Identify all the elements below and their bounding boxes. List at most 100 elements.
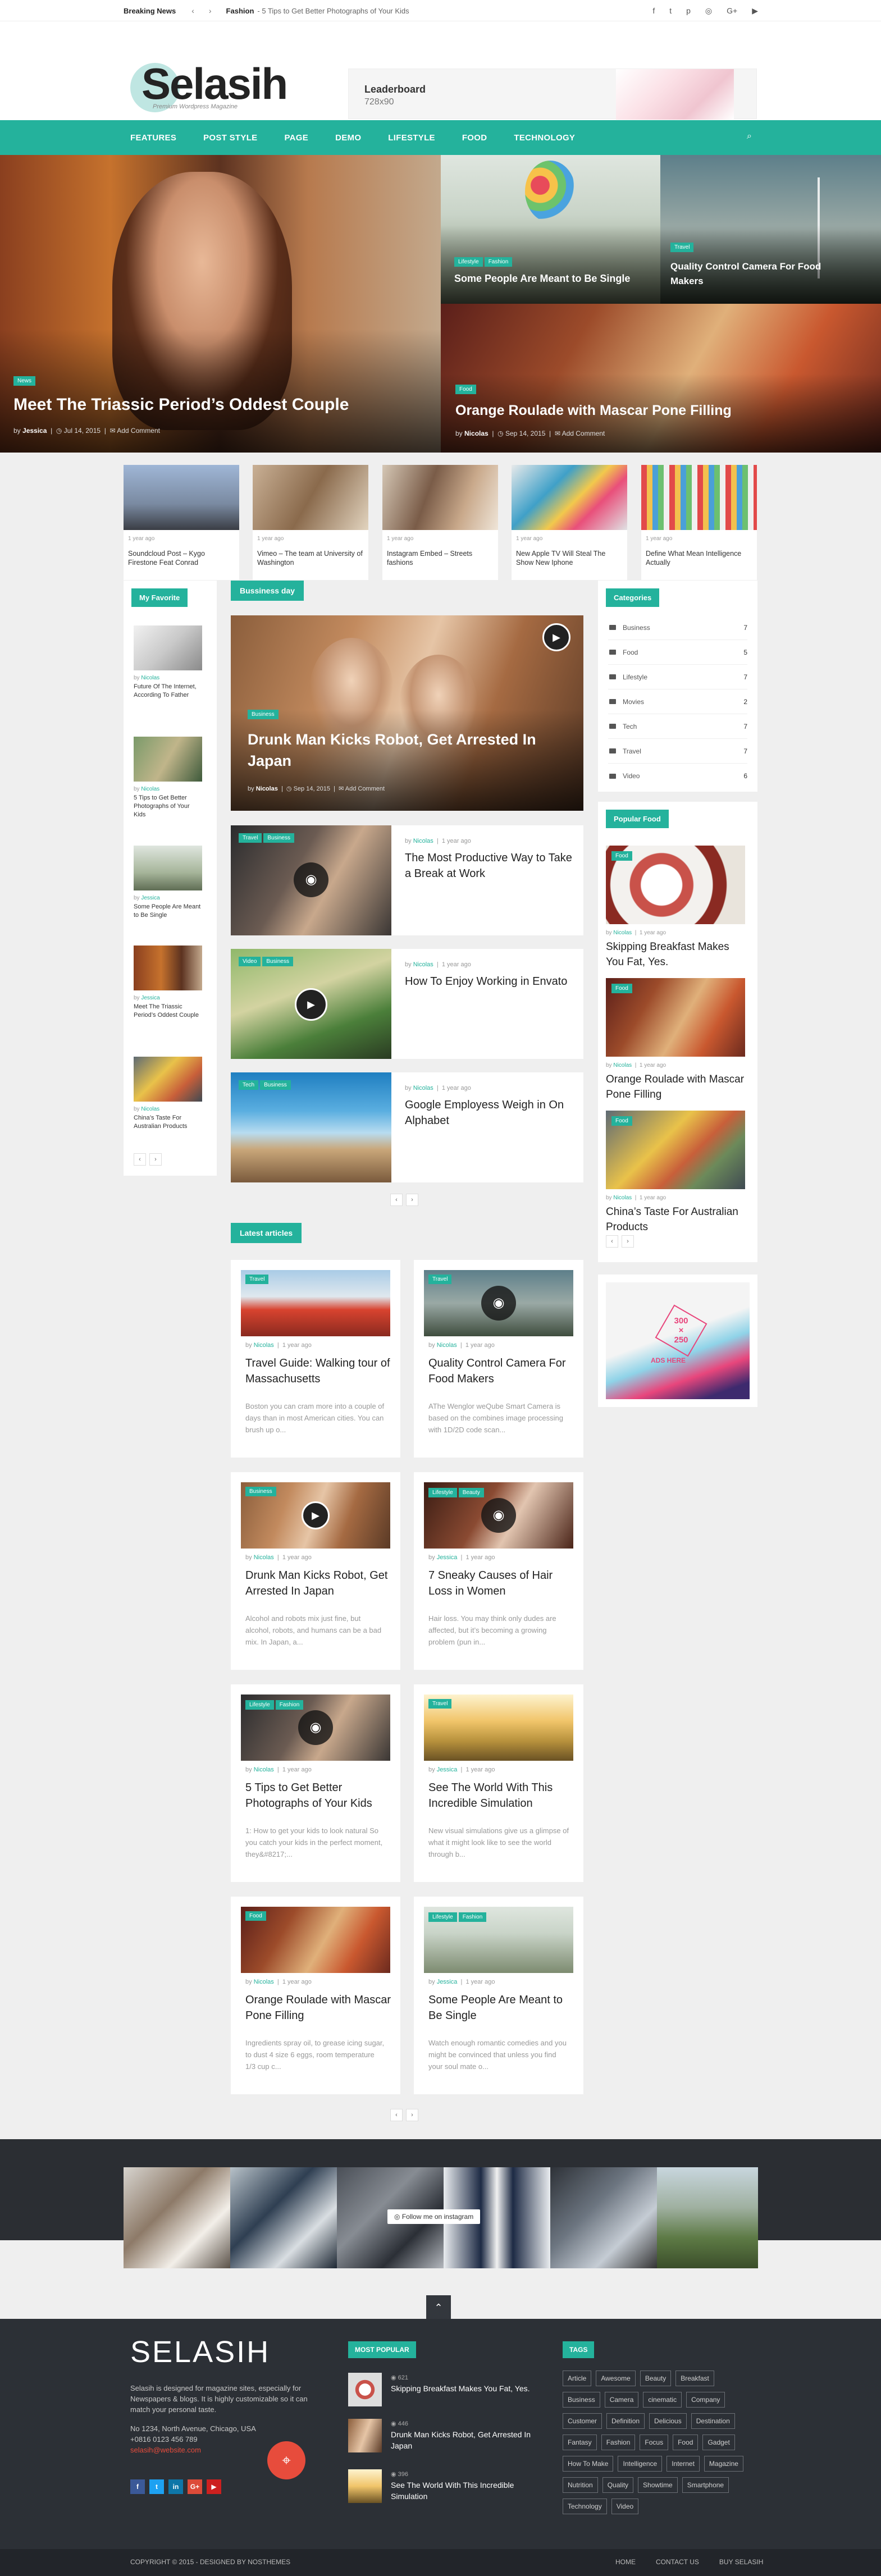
- footer-link-contact[interactable]: CONTACT US: [656, 2558, 699, 2566]
- tag-link[interactable]: Delicious: [649, 2413, 687, 2429]
- instagram-photo[interactable]: [124, 2167, 230, 2268]
- next-news-button[interactable]: ›: [209, 6, 212, 15]
- category-link[interactable]: Movies 2: [608, 689, 747, 714]
- nav-features[interactable]: FEATURES: [130, 133, 176, 143]
- nav-post-style[interactable]: POST STYLE: [203, 133, 257, 143]
- sidebar-ad[interactable]: 300 × 250 ADS HERE: [598, 1275, 757, 1407]
- category-badge[interactable]: Food: [455, 385, 476, 394]
- next-page-button[interactable]: ›: [622, 1235, 634, 1248]
- strip-post[interactable]: 1 year ago Instagram Embed – Streets fash…: [382, 465, 498, 580]
- tag-link[interactable]: Video: [611, 2499, 639, 2514]
- tag-link[interactable]: Intelligence: [618, 2456, 663, 2472]
- food-post[interactable]: Food by Nicolas | 1 year ago Orange Roulad…: [606, 978, 745, 1102]
- follow-instagram-button[interactable]: ◎ Follow me on instagram: [387, 2209, 481, 2224]
- site-logo[interactable]: Selasih: [141, 58, 288, 109]
- latest-article-card[interactable]: Travel by Nicolas | 1 year ago Travel Guid…: [231, 1260, 400, 1458]
- strip-post[interactable]: 1 year ago Soundcloud Post – Kygo Firesto…: [124, 465, 239, 580]
- prev-page-button[interactable]: ‹: [390, 1194, 403, 1206]
- play-icon[interactable]: ▶: [295, 988, 327, 1021]
- business-list-item[interactable]: ▶ Video Business by Nicolas | 1 year ago …: [231, 949, 583, 1059]
- breaking-news-headline[interactable]: - 5 Tips to Get Better Photographs of Yo…: [257, 7, 409, 15]
- category-badge[interactable]: News: [13, 376, 36, 386]
- strip-post[interactable]: 1 year ago Vimeo – The team at University…: [253, 465, 368, 580]
- strip-title[interactable]: Soundcloud Post – Kygo Firestone Feat Co…: [128, 550, 205, 567]
- next-page-button[interactable]: ›: [149, 1153, 162, 1166]
- favorite-item[interactable]: by Jessica Meet The Triassic Period’s Odd…: [134, 946, 202, 1020]
- tag-link[interactable]: Food: [673, 2435, 699, 2450]
- play-icon[interactable]: ▶: [302, 1501, 330, 1529]
- food-post[interactable]: Food by Nicolas | 1 year ago China’s Taste…: [606, 1111, 745, 1235]
- strip-post[interactable]: 1 year ago New Apple TV Will Steal The Sh…: [512, 465, 627, 580]
- hero-post-4[interactable]: Food Orange Roulade with Mascar Pone Fil…: [441, 304, 881, 453]
- pinterest-icon[interactable]: p: [686, 6, 691, 16]
- nav-page[interactable]: PAGE: [284, 133, 308, 143]
- google-plus-icon[interactable]: G+: [727, 6, 737, 16]
- breaking-news-category[interactable]: Fashion: [226, 7, 254, 15]
- tag-link[interactable]: Magazine: [704, 2456, 743, 2472]
- category-badge[interactable]: Fashion: [484, 257, 513, 267]
- twitter-icon[interactable]: t: [669, 6, 672, 16]
- strip-post[interactable]: 1 year ago Define What Mean Intelligence …: [641, 465, 757, 580]
- tag-link[interactable]: Smartphone: [682, 2477, 729, 2493]
- category-link[interactable]: Food 5: [608, 640, 747, 665]
- category-badge[interactable]: Business: [248, 710, 279, 719]
- tag-link[interactable]: Company: [686, 2392, 725, 2408]
- hero-post-2[interactable]: Lifestyle Fashion Some People Are Meant t…: [441, 155, 660, 304]
- tag-link[interactable]: Quality: [602, 2477, 634, 2493]
- tag-link[interactable]: Gadget: [702, 2435, 735, 2450]
- tag-link[interactable]: Fashion: [601, 2435, 636, 2450]
- play-icon[interactable]: ▶: [542, 623, 570, 651]
- instagram-icon[interactable]: ◎: [705, 6, 712, 16]
- prev-page-button[interactable]: ‹: [606, 1235, 618, 1248]
- category-link[interactable]: Lifestyle 7: [608, 665, 747, 689]
- business-list-title[interactable]: Google Employess Weigh in On Alphabet: [405, 1097, 573, 1129]
- leaderboard-ad[interactable]: Leaderboard 728x90: [348, 68, 757, 120]
- latest-article-card[interactable]: ◉ Lifestyle Beauty by Jessica | 1 year ago 7…: [414, 1472, 583, 1670]
- food-post[interactable]: Food by Nicolas | 1 year ago Skipping Brea…: [606, 846, 745, 970]
- tag-link[interactable]: Camera: [604, 2392, 639, 2408]
- next-page-button[interactable]: ›: [406, 1194, 418, 1206]
- category-badge[interactable]: Lifestyle: [454, 257, 483, 267]
- latest-article-card[interactable]: ◉ Lifestyle Fashion by Nicolas | 1 year ago…: [231, 1684, 400, 1882]
- category-link[interactable]: Video 6: [608, 764, 747, 788]
- strip-title[interactable]: Vimeo – The team at University of Washin…: [257, 550, 363, 567]
- favorite-item[interactable]: by Nicolas Future Of The Internet, Accord…: [134, 625, 202, 700]
- next-page-button[interactable]: ›: [406, 2109, 418, 2121]
- popular-post[interactable]: ◉ 621 Skipping Breakfast Makes You Fat, Y…: [348, 2373, 539, 2412]
- nav-lifestyle[interactable]: LIFESTYLE: [388, 133, 435, 143]
- strip-title[interactable]: Define What Mean Intelligence Actually: [646, 550, 741, 567]
- facebook-icon[interactable]: f: [652, 6, 655, 16]
- popular-post[interactable]: ◉ 396 See The World With This Incredible …: [348, 2469, 539, 2509]
- instagram-photo[interactable]: [550, 2167, 657, 2268]
- tag-link[interactable]: Definition: [606, 2413, 645, 2429]
- facebook-icon[interactable]: f: [130, 2479, 145, 2494]
- business-featured-title[interactable]: Drunk Man Kicks Robot, Get Arrested In J…: [248, 729, 562, 771]
- business-list-title[interactable]: How To Enjoy Working in Envato: [405, 974, 573, 989]
- tag-link[interactable]: Destination: [691, 2413, 735, 2429]
- business-list-title[interactable]: The Most Productive Way to Take a Break …: [405, 850, 573, 881]
- linkedin-icon[interactable]: in: [168, 2479, 183, 2494]
- business-featured-post[interactable]: ▶ Business Drunk Man Kicks Robot, Get Ar…: [231, 615, 583, 811]
- business-list-item[interactable]: Tech Business by Nicolas | 1 year ago Goo…: [231, 1072, 583, 1182]
- prev-page-button[interactable]: ‹: [134, 1153, 146, 1166]
- hero-main-title[interactable]: Meet The Triassic Period’s Oddest Couple: [13, 395, 349, 414]
- tag-link[interactable]: Nutrition: [563, 2477, 598, 2493]
- strip-title[interactable]: Instagram Embed – Streets fashions: [387, 550, 472, 567]
- tag-link[interactable]: Focus: [640, 2435, 669, 2450]
- tag-link[interactable]: How To Make: [563, 2456, 614, 2472]
- favorite-item[interactable]: by Nicolas 5 Tips to Get Better Photograp…: [134, 737, 202, 819]
- tag-link[interactable]: Fantasy: [563, 2435, 597, 2450]
- category-link[interactable]: Travel 7: [608, 739, 747, 764]
- latest-article-card[interactable]: ▶ Business by Nicolas | 1 year ago Drunk Ma…: [231, 1472, 400, 1670]
- prev-page-button[interactable]: ‹: [390, 2109, 403, 2121]
- hero-main-post[interactable]: News Meet The Triassic Period’s Oddest C…: [0, 155, 441, 453]
- tag-link[interactable]: Technology: [563, 2499, 607, 2514]
- tag-link[interactable]: Business: [563, 2392, 600, 2408]
- popular-post[interactable]: ◉ 446 Drunk Man Kicks Robot, Get Arrested…: [348, 2419, 539, 2458]
- nav-demo[interactable]: DEMO: [335, 133, 361, 143]
- nav-technology[interactable]: TECHNOLOGY: [514, 133, 575, 143]
- hero-post-3[interactable]: Travel Quality Control Camera For Food M…: [660, 155, 881, 304]
- prev-news-button[interactable]: ‹: [191, 6, 194, 15]
- tag-link[interactable]: Internet: [667, 2456, 700, 2472]
- tag-link[interactable]: Article: [563, 2371, 592, 2386]
